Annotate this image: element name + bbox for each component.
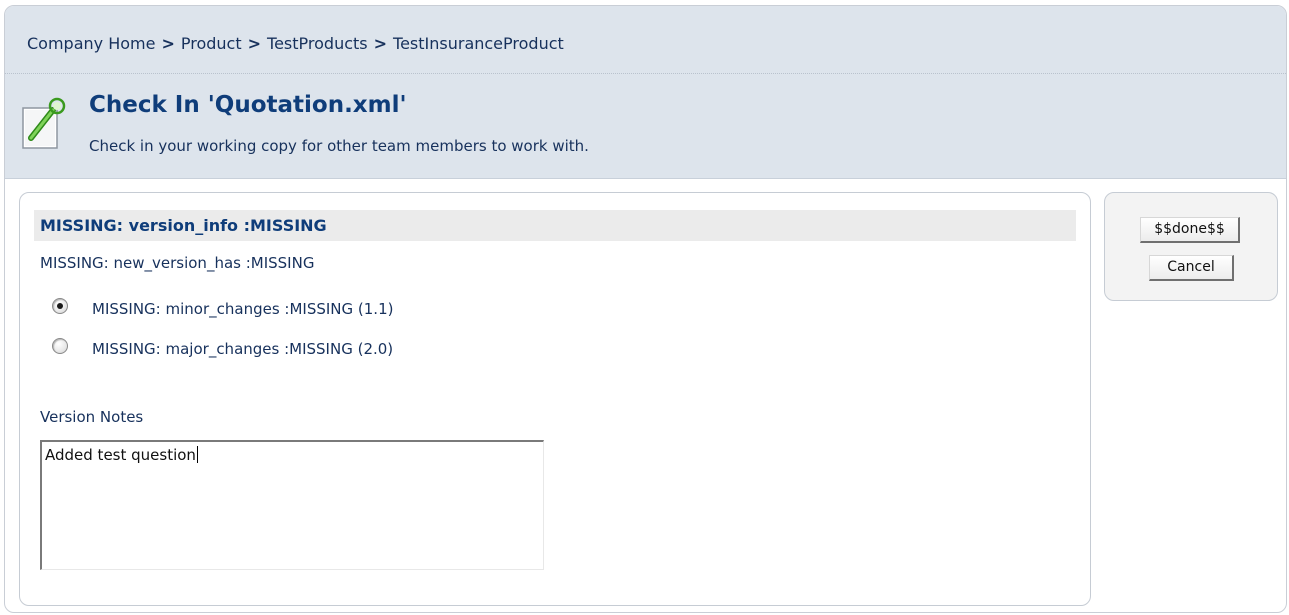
checkin-form-panel: MISSING: version_info :MISSING MISSING: … xyxy=(19,192,1091,606)
header-divider xyxy=(5,73,1286,74)
cancel-button[interactable]: Cancel xyxy=(1149,255,1234,281)
section-header: MISSING: version_info :MISSING xyxy=(34,210,1076,241)
breadcrumb-testproducts[interactable]: TestProducts xyxy=(267,34,368,53)
checkin-wand-icon xyxy=(22,97,66,149)
breadcrumb-testinsuranceproduct[interactable]: TestInsuranceProduct xyxy=(393,34,564,53)
version-notes-textarea[interactable]: Added test question xyxy=(40,440,544,570)
breadcrumb-company-home[interactable]: Company Home xyxy=(27,34,155,53)
page-subtitle: Check in your working copy for other tea… xyxy=(89,137,589,155)
radio-minor-changes[interactable] xyxy=(52,298,68,314)
version-notes-value: Added test question xyxy=(45,446,196,464)
breadcrumb: Company Home > Product > TestProducts > TestIn… xyxy=(27,34,564,53)
done-button[interactable]: $$done$$ xyxy=(1140,217,1240,243)
text-caret xyxy=(196,446,198,463)
page-title: Check In 'Quotation.xml' xyxy=(89,92,407,118)
breadcrumb-separator: > xyxy=(247,34,262,53)
option-label[interactable]: MISSING: major_changes :MISSING (2.0) xyxy=(92,340,393,358)
version-notes-label: Version Notes xyxy=(40,408,144,426)
new-version-label: MISSING: new_version_has :MISSING xyxy=(40,254,315,272)
breadcrumb-product[interactable]: Product xyxy=(181,34,242,53)
dialog-frame: Company Home > Product > TestProducts > TestIn… xyxy=(4,5,1287,613)
section-title: MISSING: version_info :MISSING xyxy=(40,216,327,235)
option-label[interactable]: MISSING: minor_changes :MISSING (1.1) xyxy=(92,300,393,318)
breadcrumb-separator: > xyxy=(373,34,388,53)
radio-major-changes[interactable] xyxy=(52,338,68,354)
page-header: Company Home > Product > TestProducts > TestIn… xyxy=(5,6,1286,179)
actions-panel: $$done$$ Cancel xyxy=(1104,192,1278,301)
breadcrumb-separator: > xyxy=(161,34,175,53)
